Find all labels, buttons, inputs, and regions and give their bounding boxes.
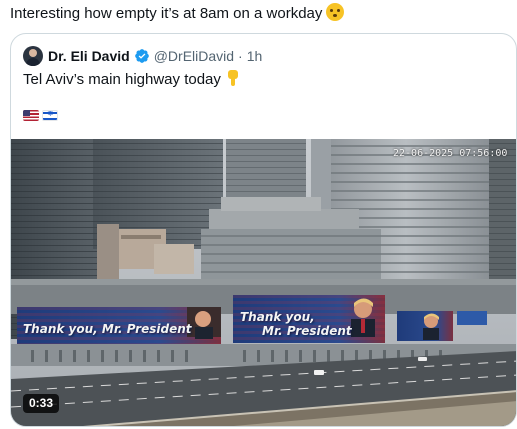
quoted-text-content: Tel Aviv’s main highway today (23, 71, 221, 88)
author-handle[interactable]: @DrEliDavid (154, 48, 234, 64)
billboard-left-text: Thank you, Mr. President (23, 322, 192, 336)
billboard-center-line2: Mr. President (262, 324, 352, 338)
verified-badge-icon (134, 49, 149, 63)
billboard-center-line1: Thank you, (240, 310, 315, 324)
post-text: Interesting how empty it’s at 8am on a w… (10, 3, 345, 24)
camera-timestamp: 22-06-2025 07:56:00 (393, 148, 508, 159)
post-text-content: Interesting how empty it’s at 8am on a w… (10, 5, 323, 22)
avatar[interactable] (23, 46, 43, 66)
author-name[interactable]: Dr. Eli David (48, 48, 130, 64)
us-flag-icon (23, 110, 39, 121)
pointing-down-icon (226, 70, 240, 86)
flags-row (23, 110, 58, 121)
face-emoji-icon (326, 3, 345, 21)
quoted-post-header: Dr. Eli David @DrEliDavid · 1h (23, 46, 262, 66)
israel-flag-icon (42, 110, 58, 121)
video-frame (11, 139, 516, 426)
video-player[interactable]: 22-06-2025 07:56:00 Thank you, Mr. Presi… (11, 139, 516, 426)
separator-dot: · (238, 48, 243, 64)
quoted-post-text: Tel Aviv’s main highway today (23, 70, 240, 90)
post-time[interactable]: 1h (247, 48, 263, 64)
quoted-post-card[interactable]: Dr. Eli David @DrEliDavid · 1h Tel Aviv’… (10, 33, 517, 427)
billboard-center-text: Thank you, Mr. President (240, 310, 352, 338)
video-duration-badge: 0:33 (23, 394, 60, 413)
